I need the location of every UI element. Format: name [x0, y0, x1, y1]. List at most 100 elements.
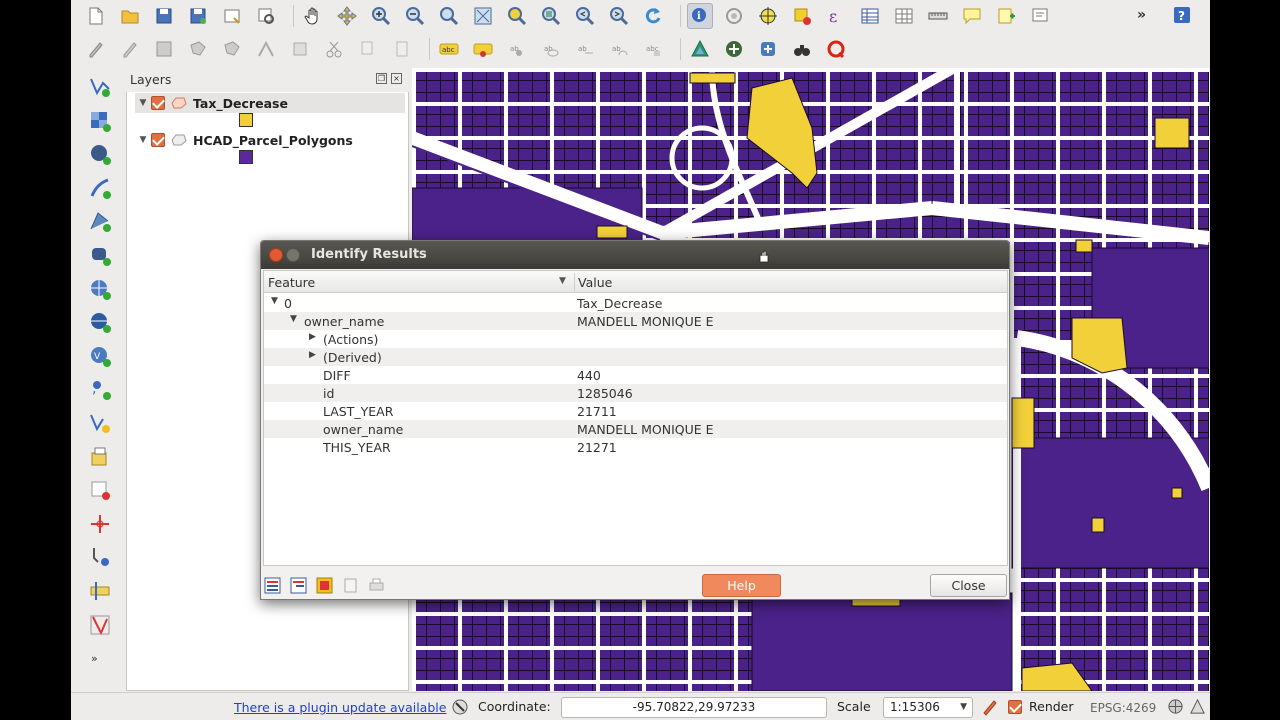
add-wms-layer-icon[interactable] — [85, 274, 115, 304]
new-shapefile-layer-icon[interactable] — [85, 408, 115, 438]
composer-manager-icon[interactable] — [253, 3, 279, 29]
scale-combobox[interactable]: 1:15306 ▼ — [883, 697, 973, 718]
pan-to-selection-icon[interactable] — [334, 3, 360, 29]
render-checkbox[interactable] — [1008, 700, 1022, 714]
crs-label[interactable]: EPSG:4269 — [1090, 701, 1156, 715]
tree-row-layer[interactable]: ▼ 0 Tax_Decrease — [264, 294, 1007, 312]
add-feature-icon[interactable] — [185, 36, 211, 62]
expand-tree-icon[interactable] — [264, 577, 281, 594]
collapse-arrow-icon[interactable]: ▼ — [135, 98, 151, 108]
float-panel-icon[interactable]: ❐ — [376, 73, 387, 84]
add-oracle-layer-icon[interactable] — [85, 240, 115, 270]
add-gps-layer-icon[interactable] — [85, 509, 115, 539]
tree-row-attribute[interactable]: id 1285046 — [264, 384, 1007, 402]
zoom-last-icon[interactable] — [572, 3, 598, 29]
tree-row-attribute[interactable]: DIFF 440 — [264, 366, 1007, 384]
results-tree[interactable]: Feature ▼ Value ▼ 0 Tax_Decrease ▼ owner… — [263, 270, 1008, 566]
layer-labeling-icon[interactable]: abc — [436, 36, 462, 62]
clear-results-icon[interactable] — [316, 577, 333, 594]
move-feature-icon[interactable] — [219, 36, 245, 62]
crs-globe-icon[interactable] — [1167, 698, 1184, 715]
add-virtual-layer-icon[interactable] — [85, 542, 115, 572]
tree-row-attribute[interactable]: THIS_YEAR 21271 — [264, 438, 1007, 456]
copy-features-icon[interactable] — [355, 36, 381, 62]
close-button[interactable]: Close — [930, 574, 1007, 597]
add-wkt-layer-icon[interactable] — [85, 610, 115, 640]
label-move-icon[interactable]: ab — [572, 36, 598, 62]
save-as-icon[interactable] — [185, 3, 211, 29]
help-button[interactable]: Help — [702, 574, 781, 597]
label-highlight-icon[interactable]: ab — [504, 36, 530, 62]
expand-arrow-icon[interactable]: ▶ — [309, 332, 316, 342]
add-wcs-layer-icon[interactable] — [85, 307, 115, 337]
openlayers-icon[interactable] — [823, 36, 849, 62]
expand-arrow-icon[interactable]: ▼ — [271, 296, 278, 306]
tree-row-feature[interactable]: ▼ owner_name MANDELL MONIQUE E — [264, 312, 1007, 330]
refresh-icon[interactable] — [640, 3, 666, 29]
label-pin-icon[interactable] — [470, 36, 496, 62]
toolbar-expand-icon[interactable]: » — [91, 652, 121, 665]
add-vector-layer-icon[interactable] — [85, 72, 115, 102]
dialog-titlebar[interactable]: Identify Results — [261, 241, 1009, 269]
layer-visibility-checkbox[interactable] — [151, 96, 165, 110]
label-properties-icon[interactable]: abc — [640, 36, 666, 62]
deselect-icon[interactable] — [789, 3, 815, 29]
paste-features-icon[interactable] — [389, 36, 415, 62]
scale-lock-icon[interactable] — [981, 698, 999, 716]
tree-row-actions[interactable]: ▶ (Actions) — [264, 330, 1007, 348]
label-show-hide-icon[interactable]: ab — [538, 36, 564, 62]
value-column-header[interactable]: Value — [578, 275, 612, 290]
help-contents-icon[interactable]: ? — [1169, 2, 1195, 28]
close-window-icon[interactable] — [269, 248, 283, 262]
select-by-area-icon[interactable] — [755, 3, 781, 29]
remove-layer-icon[interactable] — [85, 475, 115, 505]
georeferencer-icon[interactable] — [721, 36, 747, 62]
cut-features-icon[interactable] — [321, 36, 347, 62]
new-print-composer-icon[interactable] — [219, 3, 245, 29]
toggle-editing-icon[interactable] — [117, 36, 143, 62]
select-features-icon[interactable] — [721, 3, 747, 29]
feature-column-header[interactable]: Feature — [268, 275, 315, 290]
coordinate-toggle-icon[interactable] — [451, 698, 469, 716]
print-results-icon[interactable] — [368, 577, 385, 594]
map-tips-icon[interactable] — [959, 3, 985, 29]
minimize-window-icon[interactable] — [286, 248, 300, 262]
save-project-icon[interactable] — [151, 3, 177, 29]
plugin-update-link[interactable]: There is a plugin update available — [234, 700, 446, 715]
open-attribute-table-icon[interactable] — [857, 3, 883, 29]
add-tile-layer-icon[interactable] — [85, 576, 115, 606]
tree-row-attribute[interactable]: LAST_YEAR 21711 — [264, 402, 1007, 420]
node-tool-icon[interactable] — [253, 36, 279, 62]
current-edits-icon[interactable] — [83, 36, 109, 62]
toolbar-overflow-icon[interactable]: » — [1137, 7, 1146, 23]
zoom-native-icon[interactable] — [436, 3, 462, 29]
zoom-next-icon[interactable] — [606, 3, 632, 29]
grass-tools-icon[interactable] — [687, 36, 713, 62]
add-raster-layer-icon[interactable] — [85, 106, 115, 136]
add-mssql-layer-icon[interactable] — [85, 206, 115, 236]
statistical-summary-icon[interactable] — [891, 3, 917, 29]
expand-arrow-icon[interactable]: ▼ — [290, 314, 297, 324]
measure-line-icon[interactable] — [925, 3, 951, 29]
tree-row-derived[interactable]: ▶ (Derived) — [264, 348, 1007, 366]
zoom-in-icon[interactable] — [368, 3, 394, 29]
new-project-icon[interactable] — [83, 3, 109, 29]
layer-item-tax-decrease[interactable]: ▼ Tax_Decrease — [135, 93, 405, 113]
add-wfs-layer-icon[interactable]: V — [85, 341, 115, 371]
delete-selected-icon[interactable] — [287, 36, 313, 62]
add-spatialite-layer-icon[interactable] — [85, 173, 115, 203]
field-calculator-icon[interactable]: ε — [823, 3, 849, 29]
coordinate-field[interactable]: -95.70822,29.97233 — [561, 697, 827, 718]
pan-hand-icon[interactable] — [300, 3, 326, 29]
zoom-full-icon[interactable] — [470, 3, 496, 29]
expand-arrow-icon[interactable]: ▶ — [309, 350, 316, 360]
tree-row-attribute[interactable]: owner_name MANDELL MONIQUE E — [264, 420, 1007, 438]
plugin-manager-icon[interactable] — [755, 36, 781, 62]
add-layer-group-icon[interactable] — [85, 442, 115, 472]
add-delimited-text-layer-icon[interactable]: , — [85, 374, 115, 404]
open-project-icon[interactable] — [117, 3, 143, 29]
text-annotation-icon[interactable] — [1027, 3, 1053, 29]
zoom-to-selection-icon[interactable] — [504, 3, 530, 29]
label-rotate-icon[interactable]: ab — [606, 36, 632, 62]
close-panel-icon[interactable]: × — [391, 73, 402, 84]
